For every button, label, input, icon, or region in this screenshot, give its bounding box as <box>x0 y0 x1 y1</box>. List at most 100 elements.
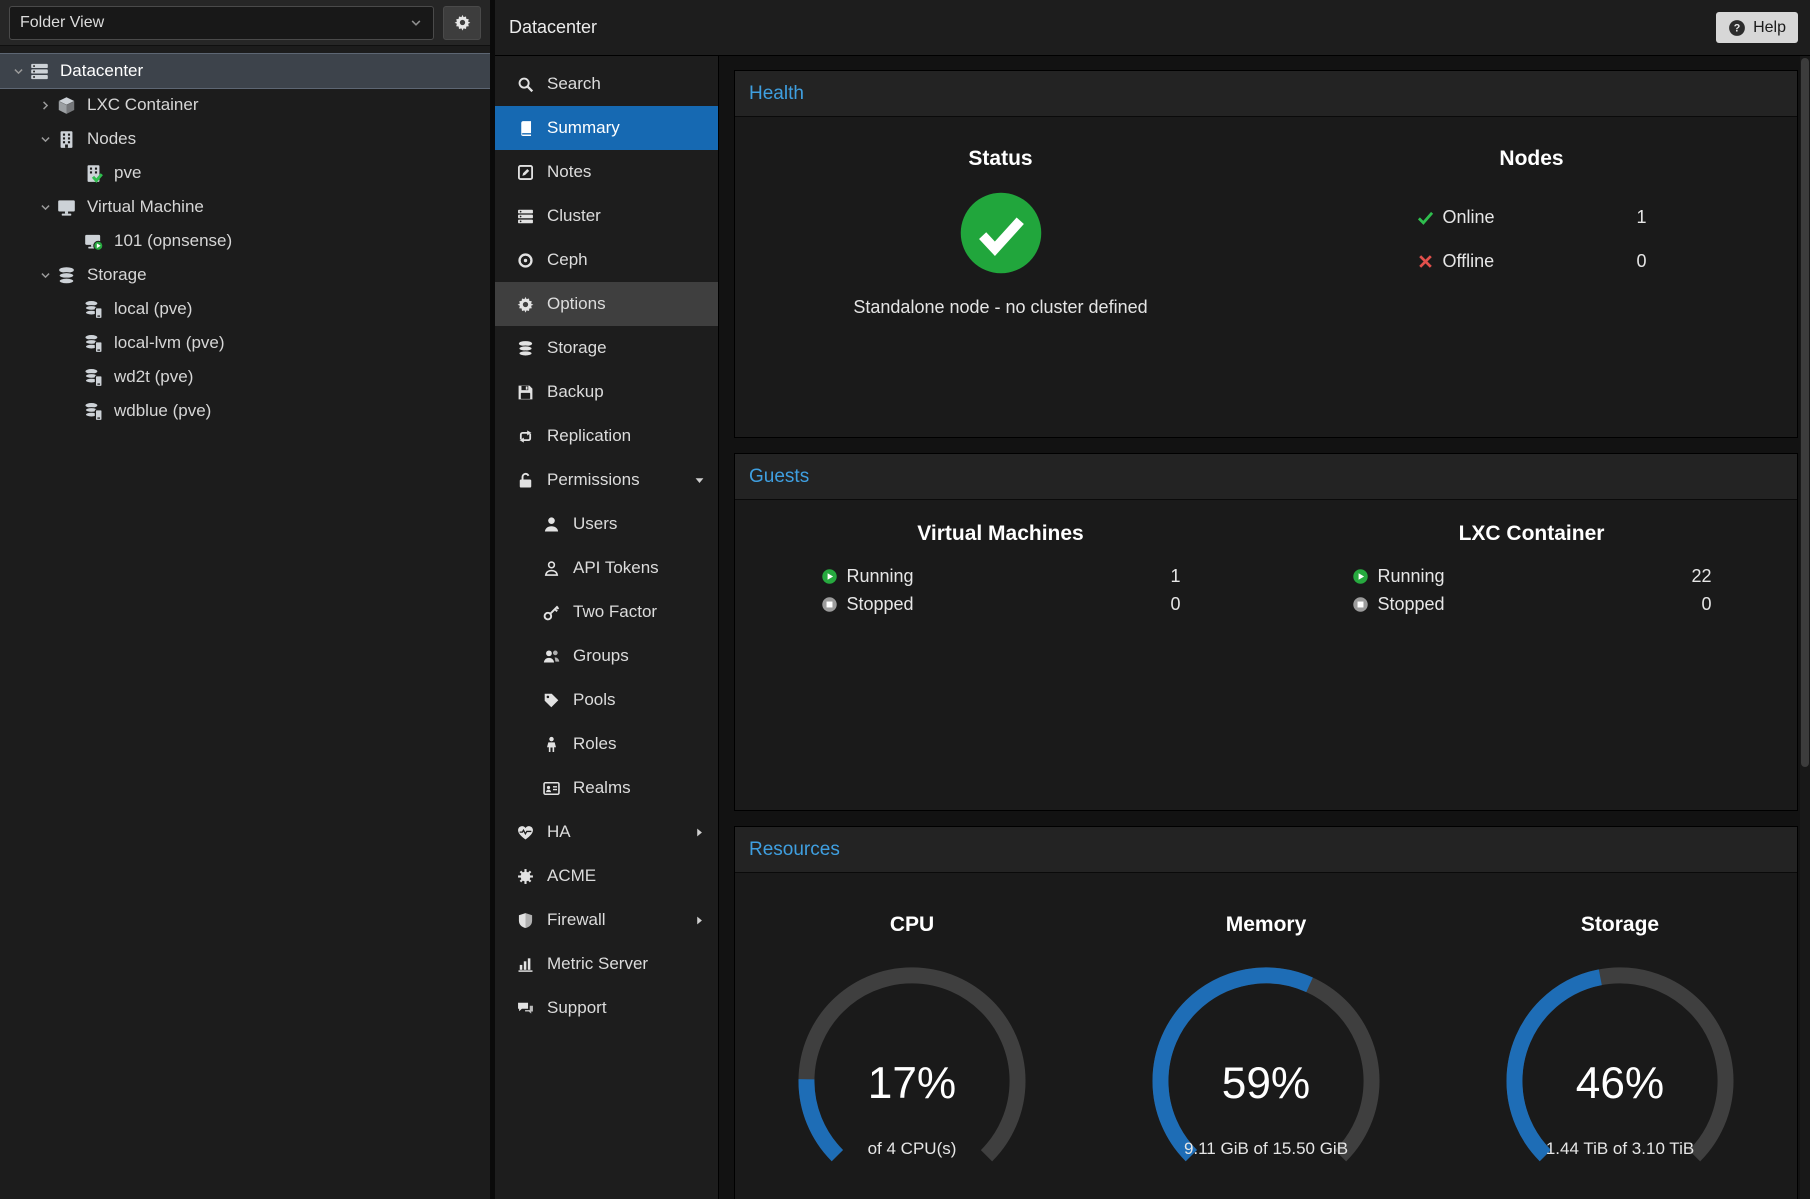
address-card-icon <box>541 779 561 797</box>
status-row-offline: Offline0 <box>1417 239 1647 283</box>
tree-collapse-arrow-icon[interactable] <box>6 65 30 78</box>
tree-item-local-pve[interactable]: local (pve) <box>0 292 490 326</box>
resource-gauges: CPU17%of 4 CPU(s)Memory59%9.11 GiB of 15… <box>735 873 1797 1159</box>
content-area: Health Status Standalone node - no clust… <box>719 56 1810 1199</box>
status-title: Status <box>735 147 1266 171</box>
tree-item-local-lvm-pve[interactable]: local-lvm (pve) <box>0 326 490 360</box>
menu-item-support[interactable]: Support <box>495 986 718 1030</box>
menu-item-label: Support <box>547 998 607 1018</box>
svg-text:?: ? <box>1734 22 1741 34</box>
user-outline-icon <box>541 559 561 577</box>
menu-item-label: Users <box>573 514 617 534</box>
database-drive-icon <box>84 300 105 319</box>
menu-item-realms[interactable]: Realms <box>495 766 718 810</box>
person-icon <box>541 735 561 753</box>
database-icon <box>515 339 535 357</box>
menu-item-replication[interactable]: Replication <box>495 414 718 458</box>
tree-item-label: Virtual Machine <box>87 197 204 217</box>
proxmox-app: Folder View DatacenterLXC ContainerNodes… <box>0 0 1810 1199</box>
folder-view-value: Folder View <box>20 14 104 32</box>
menu-item-ceph[interactable]: Ceph <box>495 238 718 282</box>
menu-item-label: Groups <box>573 646 629 666</box>
stop-circle-icon <box>1352 596 1369 613</box>
tree-item-wd2t-pve[interactable]: wd2t (pve) <box>0 360 490 394</box>
menu-item-roles[interactable]: Roles <box>495 722 718 766</box>
comments-icon <box>515 999 535 1017</box>
health-status-column: Status Standalone node - no cluster defi… <box>735 147 1266 318</box>
menu-item-acme[interactable]: ACME <box>495 854 718 898</box>
status-message: Standalone node - no cluster defined <box>735 297 1266 318</box>
tree-item-101-opnsense[interactable]: 101 (opnsense) <box>0 224 490 258</box>
menu-item-pools[interactable]: Pools <box>495 678 718 722</box>
guests-column-title: Virtual Machines <box>735 522 1266 546</box>
gauge-sublabel: 1.44 TiB of 3.10 TiB <box>1443 1139 1797 1159</box>
gauge-title: Memory <box>1089 913 1443 937</box>
replication-icon <box>515 427 535 445</box>
page-title: Datacenter <box>509 17 597 38</box>
menu-item-permissions[interactable]: Permissions <box>495 458 718 502</box>
menu-item-search[interactable]: Search <box>495 62 718 106</box>
menu-item-label: ACME <box>547 866 596 886</box>
tree-expand-arrow-icon[interactable] <box>33 99 57 112</box>
menu-item-api-tokens[interactable]: API Tokens <box>495 546 718 590</box>
status-row-running: Running1 <box>821 562 1181 590</box>
menu-item-users[interactable]: Users <box>495 502 718 546</box>
tree-item-lxc-container[interactable]: LXC Container <box>0 88 490 122</box>
content-scrollbar[interactable] <box>1800 56 1810 1199</box>
menu-item-label: Notes <box>547 162 591 182</box>
menu-item-options[interactable]: Options <box>495 282 718 326</box>
tree-collapse-arrow-icon[interactable] <box>33 269 57 282</box>
menu-item-cluster[interactable]: Cluster <box>495 194 718 238</box>
menu-item-summary[interactable]: Summary <box>495 106 718 150</box>
tree-item-label: wd2t (pve) <box>114 367 193 387</box>
menu-item-firewall[interactable]: Firewall <box>495 898 718 942</box>
status-count: 0 <box>1636 251 1646 272</box>
key-icon <box>541 603 561 621</box>
resources-title: Resources <box>749 839 840 861</box>
tree-item-label: 101 (opnsense) <box>114 231 232 251</box>
menu-item-groups[interactable]: Groups <box>495 634 718 678</box>
tree-item-nodes[interactable]: Nodes <box>0 122 490 156</box>
right-region: Datacenter ? Help SearchSummary Notes Clus… <box>495 0 1810 1199</box>
tree-item-pve[interactable]: pve <box>0 156 490 190</box>
tree-item-label: local-lvm (pve) <box>114 333 225 353</box>
menu-item-backup[interactable]: Backup <box>495 370 718 414</box>
panel-guests: Guests Virtual MachinesRunning1Stopped0L… <box>734 453 1798 811</box>
gauge-sublabel: of 4 CPU(s) <box>735 1139 1089 1159</box>
tree-settings-button[interactable] <box>443 6 481 40</box>
note-icon <box>515 163 535 181</box>
tree-item-virtual-machine[interactable]: Virtual Machine <box>0 190 490 224</box>
tree-item-datacenter[interactable]: Datacenter <box>0 54 490 88</box>
menu-item-notes[interactable]: Notes <box>495 150 718 194</box>
menu-item-label: Replication <box>547 426 631 446</box>
menu-item-storage[interactable]: Storage <box>495 326 718 370</box>
panel-resources: Resources CPU17%of 4 CPU(s)Memory59%9.11… <box>734 826 1798 1199</box>
folder-view-select[interactable]: Folder View <box>9 6 434 40</box>
tree-item-label: Storage <box>87 265 147 285</box>
menu-item-label: HA <box>547 822 571 842</box>
menu-item-metric-server[interactable]: Metric Server <box>495 942 718 986</box>
unlock-icon <box>515 471 535 489</box>
tree-item-label: wdblue (pve) <box>114 401 211 421</box>
gauge-cpu: CPU17%of 4 CPU(s) <box>735 913 1089 1159</box>
menu-item-label: Storage <box>547 338 607 358</box>
tree-collapse-arrow-icon[interactable] <box>33 133 57 146</box>
scrollbar-thumb[interactable] <box>1801 58 1809 767</box>
menu-item-ha[interactable]: HA <box>495 810 718 854</box>
play-circle-icon <box>821 568 838 585</box>
bar-chart-icon <box>515 955 535 973</box>
menu-item-two-factor[interactable]: Two Factor <box>495 590 718 634</box>
stop-circle-icon <box>821 596 838 613</box>
database-drive-icon <box>84 402 105 421</box>
svg-text:46%: 46% <box>1576 1059 1664 1108</box>
tree-item-wdblue-pve[interactable]: wdblue (pve) <box>0 394 490 428</box>
panel-health: Health Status Standalone node - no clust… <box>734 70 1798 438</box>
svg-text:59%: 59% <box>1222 1059 1310 1108</box>
tree-item-label: pve <box>114 163 141 183</box>
guests-title: Guests <box>749 466 809 488</box>
status-row-stopped: Stopped0 <box>821 590 1181 618</box>
tree-item-label: Nodes <box>87 129 136 149</box>
tree-item-storage[interactable]: Storage <box>0 258 490 292</box>
tree-collapse-arrow-icon[interactable] <box>33 201 57 214</box>
help-button[interactable]: ? Help <box>1716 12 1798 43</box>
